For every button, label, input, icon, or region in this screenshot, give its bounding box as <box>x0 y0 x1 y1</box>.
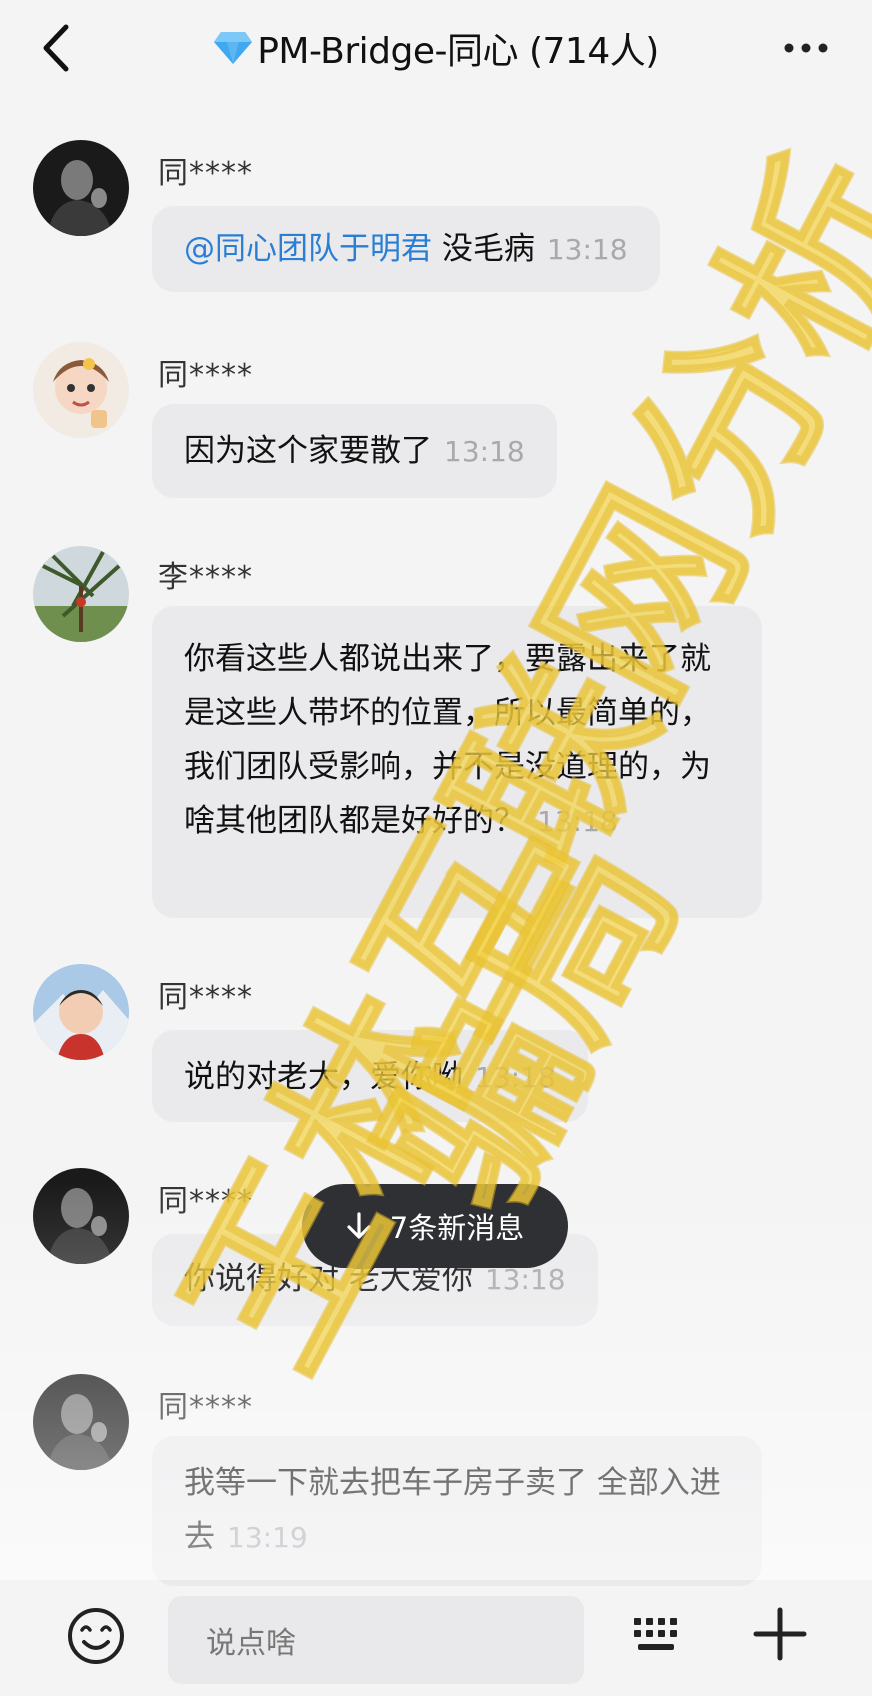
diamond-icon <box>213 30 253 75</box>
plus-button[interactable] <box>748 1602 812 1666</box>
plus-icon <box>753 1607 807 1661</box>
arrow-down-icon <box>347 1212 371 1239</box>
avatar[interactable] <box>33 140 129 236</box>
sender-name: 同**** <box>158 358 253 393</box>
chat-title: PM-Bridge-同心 (714人) <box>0 22 872 75</box>
sender-name: 同**** <box>158 156 253 191</box>
message-bubble[interactable]: 你看这些人都说出来了，要露出来了就是这些人带坏的位置，所以最简单的，我们团队受影… <box>152 606 762 918</box>
avatar[interactable] <box>33 964 129 1060</box>
chat-title-text: PM-Bridge-同心 (714人) <box>257 31 659 72</box>
message-text: 没毛病 <box>432 231 535 267</box>
avatar[interactable] <box>33 546 129 642</box>
message-bubble[interactable]: @同心团队于明君 没毛病 13:18 <box>152 206 660 292</box>
more-horizontal-icon <box>784 43 828 53</box>
avatar[interactable] <box>33 342 129 438</box>
keyboard-icon <box>634 1618 677 1650</box>
new-messages-button[interactable]: 7条新消息 <box>302 1184 568 1268</box>
message-bubble[interactable]: 我等一下就去把车子房子卖了 全部入进去 13:19 <box>152 1436 762 1586</box>
message-bubble[interactable]: 因为这个家要散了 13:18 <box>152 404 557 498</box>
message-time: 13:18 <box>444 435 525 468</box>
more-button[interactable] <box>776 30 836 66</box>
message-time: 13:19 <box>227 1521 308 1554</box>
input-placeholder: 说点啥 <box>206 1626 296 1661</box>
mention-link[interactable]: @同心团队于明君 <box>184 231 432 267</box>
chat-header: PM-Bridge-同心 (714人) <box>0 0 872 100</box>
message-time: 13:18 <box>537 805 618 838</box>
emoji-icon <box>68 1608 124 1664</box>
emoji-button[interactable] <box>64 1604 128 1668</box>
sender-name: 同**** <box>158 1184 253 1219</box>
sender-name: 同**** <box>158 980 253 1015</box>
input-toolbar: 说点啥 <box>0 1590 872 1692</box>
new-messages-label: 7条新消息 <box>389 1211 525 1245</box>
message-time: 13:18 <box>475 1061 556 1094</box>
keyboard-button[interactable] <box>628 1608 684 1664</box>
message-text: 因为这个家要散了 <box>184 433 432 469</box>
message-text: 说的对老大，爱你呦 <box>184 1059 463 1095</box>
message-input[interactable]: 说点啥 <box>168 1596 584 1684</box>
message-text: 你看这些人都说出来了，要露出来了就是这些人带坏的位置，所以最简单的，我们团队受影… <box>184 641 711 839</box>
sender-name: 同**** <box>158 1390 253 1425</box>
avatar[interactable] <box>33 1374 129 1470</box>
sender-name: 李**** <box>158 560 253 595</box>
message-time: 13:18 <box>546 233 628 266</box>
avatar[interactable] <box>33 1168 129 1264</box>
message-bubble[interactable]: 说的对老大，爱你呦 13:18 <box>152 1030 588 1122</box>
